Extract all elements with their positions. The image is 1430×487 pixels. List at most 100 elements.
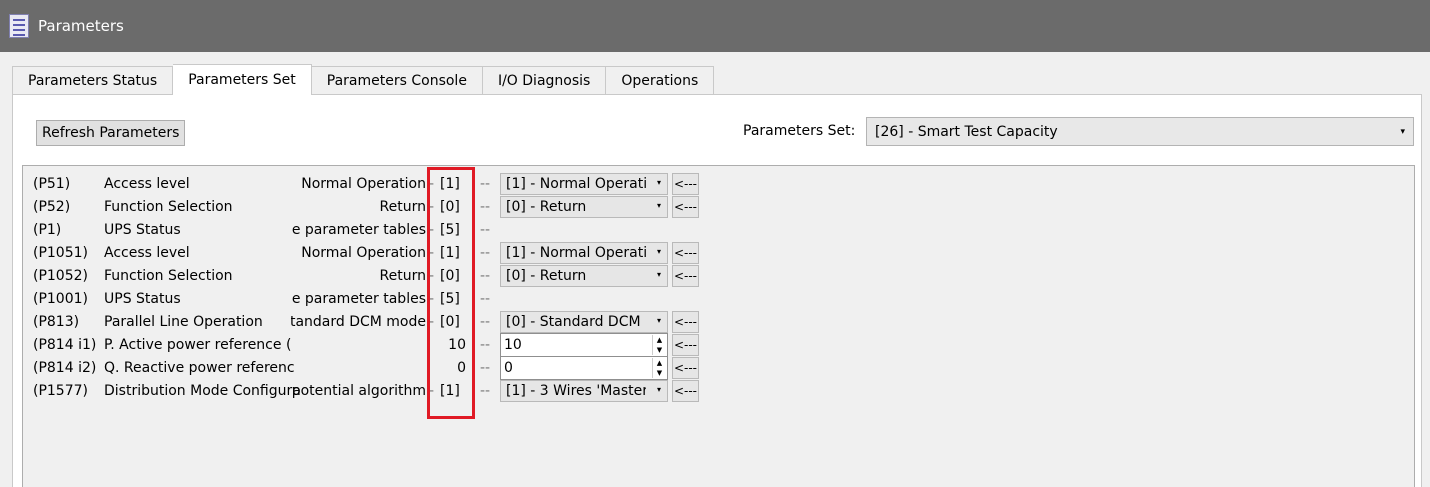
parameter-value: [0] [440, 199, 460, 215]
separator: - [429, 245, 435, 261]
tab-parameters-console[interactable]: Parameters Console [311, 66, 483, 95]
parameter-code: (P814 i1) [33, 337, 97, 353]
apply-value-button[interactable]: <--- [672, 196, 699, 218]
parameter-value-select[interactable]: [0] - Return ▾ [500, 265, 668, 287]
chevron-down-icon: ▾ [656, 247, 661, 256]
parameter-description: Return [379, 199, 426, 215]
parameter-description: tandard DCM mode [291, 314, 426, 330]
parameter-select-value: [0] - Return [506, 268, 587, 284]
parameters-set-value: [26] - Smart Test Capacity [875, 123, 1058, 140]
spin-down-icon[interactable]: ▼ [653, 368, 666, 378]
parameter-value-select[interactable]: [1] - Normal Operation ▾ [500, 242, 668, 264]
parameter-name: Parallel Line Operation [104, 314, 263, 330]
parameter-value-spinbox[interactable]: 10 ▲ ▼ [500, 333, 668, 357]
parameter-row: (P814 i1) P. Active power reference ( 10 --… [23, 333, 723, 357]
separator: -- [480, 222, 491, 238]
parameter-code: (P1) [33, 222, 62, 238]
parameter-name: Access level [104, 245, 190, 261]
parameter-row: (P1) UPS Status e parameter tables - [5] -- [23, 219, 723, 242]
parameter-value-select[interactable]: [1] - 3 Wires 'Master ▾ [500, 380, 668, 402]
spin-down-icon[interactable]: ▼ [653, 345, 666, 355]
parameter-name: Function Selection [104, 199, 233, 215]
parameter-row: (P1001) UPS Status e parameter tables - [5] -… [23, 288, 723, 311]
separator: - [429, 314, 435, 330]
spin-up-icon[interactable]: ▲ [653, 335, 666, 345]
parameter-spin-value: 0 [504, 360, 513, 376]
parameters-app-icon [9, 14, 29, 38]
parameter-name: P. Active power reference ( [104, 337, 292, 353]
chevron-down-icon: ▾ [656, 201, 661, 210]
separator: -- [480, 314, 491, 330]
parameter-description: potential algorithm [291, 383, 426, 399]
tab-i-o-diagnosis[interactable]: I/O Diagnosis [482, 66, 607, 95]
parameter-select-value: [0] - Return [506, 199, 587, 215]
parameter-name: Function Selection [104, 268, 233, 284]
parameter-code: (P813) [33, 314, 80, 330]
parameters-set-select[interactable]: [26] - Smart Test Capacity ▾ [866, 117, 1414, 146]
parameter-value: [1] [440, 245, 460, 261]
parameter-select-value: [1] - 3 Wires 'Master [506, 383, 646, 399]
separator: -- [480, 245, 491, 261]
parameter-value: [5] [440, 291, 460, 307]
parameter-select-value: [1] - Normal Operation [506, 245, 646, 261]
tab-operations[interactable]: Operations [606, 66, 715, 95]
separator: - [429, 268, 435, 284]
apply-value-button[interactable]: <--- [672, 311, 699, 333]
separator: -- [480, 176, 491, 192]
parameter-row: (P1577) Distribution Mode Configura potent… [23, 380, 723, 403]
parameter-name: Distribution Mode Configura [104, 383, 301, 399]
spin-up-icon[interactable]: ▲ [653, 358, 666, 368]
parameter-row: (P52) Function Selection Return - [0] -- [0] -… [23, 196, 723, 219]
parameter-description: Normal Operation [301, 245, 426, 261]
parameter-code: (P52) [33, 199, 71, 215]
spin-buttons[interactable]: ▲ ▼ [652, 335, 666, 355]
parameter-row: (P814 i2) Q. Reactive power referenc 0 -- 0 ▲… [23, 356, 723, 380]
separator: -- [480, 337, 491, 353]
parameter-description: e parameter tables [291, 291, 426, 307]
separator: -- [480, 383, 491, 399]
parameter-code: (P1052) [33, 268, 88, 284]
parameter-value-select[interactable]: [1] - Normal Operation ▾ [500, 173, 668, 195]
title-bar: Parameters [0, 0, 1430, 52]
apply-value-button[interactable]: <--- [672, 380, 699, 402]
parameter-value-select[interactable]: [0] - Standard DCM mode ▾ [500, 311, 668, 333]
parameter-select-value: [1] - Normal Operation [506, 176, 646, 192]
parameter-name: UPS Status [104, 291, 181, 307]
apply-value-button[interactable]: <--- [672, 357, 699, 379]
parameters-list: (P51) Access level Normal Operation - [1] --[… [22, 165, 1415, 487]
apply-value-button[interactable]: <--- [672, 265, 699, 287]
refresh-parameters-button[interactable]: Refresh Parameters [36, 120, 186, 146]
parameter-select-value: [0] - Standard DCM mode [506, 314, 646, 330]
tab-bar: Parameters Status Parameters Set Parameter… [12, 64, 715, 95]
separator: - [429, 383, 435, 399]
tab-parameters-status[interactable]: Parameters Status [12, 66, 174, 95]
parameter-spin-value: 10 [504, 337, 522, 353]
parameter-description: e parameter tables [291, 222, 426, 238]
parameter-name: Q. Reactive power referenc [104, 360, 295, 376]
parameters-set-label: Parameters Set: [743, 123, 856, 139]
apply-value-button[interactable]: <--- [672, 242, 699, 264]
separator: - [429, 176, 435, 192]
separator: - [429, 199, 435, 215]
separator: - [429, 222, 435, 238]
chevron-down-icon: ▾ [1400, 126, 1405, 137]
separator: -- [480, 360, 491, 376]
tab-parameters-set[interactable]: Parameters Set [173, 64, 312, 95]
chevron-down-icon: ▾ [656, 178, 661, 187]
chevron-down-icon: ▾ [656, 270, 661, 279]
parameter-value-select[interactable]: [0] - Return ▾ [500, 196, 668, 218]
separator: -- [480, 268, 491, 284]
parameter-name: Access level [104, 176, 190, 192]
apply-value-button[interactable]: <--- [672, 334, 699, 356]
parameter-value-spinbox[interactable]: 0 ▲ ▼ [500, 356, 668, 380]
spin-buttons[interactable]: ▲ ▼ [652, 358, 666, 378]
parameter-code: (P814 i2) [33, 360, 97, 376]
parameter-row: (P813) Parallel Line Operation tandard DCM… [23, 311, 723, 334]
parameter-value: [0] [440, 314, 460, 330]
parameter-value: [5] [440, 222, 460, 238]
parameter-code: (P1051) [33, 245, 88, 261]
apply-value-button[interactable]: <--- [672, 173, 699, 195]
parameter-name: UPS Status [104, 222, 181, 238]
parameters-set-panel: Refresh Parameters Parameters Set: [26] … [12, 94, 1422, 487]
parameter-value: [1] [440, 383, 460, 399]
